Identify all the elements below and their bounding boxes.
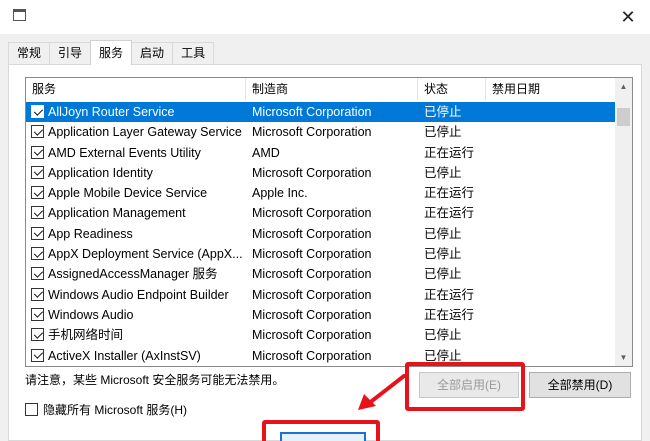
service-name: Windows Audio	[48, 307, 134, 322]
service-status: 已停止	[424, 165, 462, 180]
scroll-thumb[interactable]	[617, 108, 630, 126]
table-row[interactable]: Application Layer Gateway Service Microso…	[26, 122, 616, 142]
tab-startup[interactable]: 启动	[131, 42, 174, 64]
service-status: 已停止	[424, 267, 462, 282]
service-status: 正在运行	[424, 186, 475, 201]
services-panel: 服务 制造商 状态 禁用日期 AllJoyn Router Service Mic…	[8, 64, 642, 441]
service-manufacturer: Microsoft Corporation	[252, 247, 372, 262]
service-manufacturer: Microsoft Corporation	[252, 105, 372, 119]
table-row[interactable]: Application Management Microsoft Corporat…	[26, 203, 616, 223]
service-name: Application Identity	[48, 165, 153, 180]
security-note: 请注意，某些 Microsoft 安全服务可能无法禁用。	[25, 373, 285, 387]
service-manufacturer: AMD	[252, 145, 280, 160]
hide-microsoft-services-label: 隐藏所有 Microsoft 服务(H)	[43, 403, 188, 417]
service-name: Apple Mobile Device Service	[48, 186, 208, 201]
service-manufacturer: Microsoft Corporation	[252, 165, 372, 180]
table-row[interactable]: App Readiness Microsoft Corporation 已停止	[26, 224, 616, 244]
service-manufacturer: Microsoft Corporation	[252, 307, 372, 322]
service-manufacturer: Apple Inc.	[252, 186, 308, 201]
service-name: AllJoyn Router Service	[48, 105, 175, 119]
scroll-down-icon[interactable]: ▼	[615, 349, 632, 366]
table-row[interactable]: Windows Audio Endpoint Builder Microsoft …	[26, 285, 616, 305]
tab-tools[interactable]: 工具	[172, 42, 215, 64]
service-name: AssignedAccessManager 服务	[48, 267, 218, 282]
service-checkbox[interactable]	[31, 226, 44, 240]
tab-boot[interactable]: 引导	[49, 42, 92, 64]
red-arrow-icon	[358, 374, 406, 410]
scroll-up-icon[interactable]: ▲	[615, 78, 632, 95]
service-checkbox[interactable]	[31, 328, 44, 342]
service-checkbox[interactable]	[31, 186, 44, 200]
service-status: 已停止	[424, 328, 462, 343]
service-name: Application Management	[48, 206, 186, 221]
tab-strip: 常规 引导 服务 启动 工具	[8, 40, 215, 65]
service-name: Application Layer Gateway Service	[48, 125, 242, 140]
service-manufacturer: Microsoft Corporation	[252, 328, 372, 343]
table-row[interactable]: Apple Mobile Device Service Apple Inc. 正在运…	[26, 183, 616, 203]
service-status: 正在运行	[424, 287, 475, 302]
service-checkbox[interactable]	[31, 145, 44, 159]
vertical-scrollbar[interactable]: ▲ ▼	[615, 78, 632, 366]
service-name: Windows Audio Endpoint Builder	[48, 287, 229, 302]
close-button[interactable]: ✕	[614, 4, 642, 30]
table-row[interactable]: AppX Deployment Service (AppX... Microsof…	[26, 244, 616, 264]
service-status: 已停止	[424, 226, 462, 241]
column-service[interactable]: 服务	[26, 78, 246, 100]
service-status: 已停止	[424, 247, 462, 262]
service-status: 正在运行	[424, 206, 475, 221]
service-manufacturer: Microsoft Corporation	[252, 287, 372, 302]
service-name: App Readiness	[48, 226, 133, 241]
checkbox-icon[interactable]	[25, 403, 38, 416]
table-row[interactable]: 手机网络时间 Microsoft Corporation 已停止	[26, 325, 616, 345]
column-manufacturer[interactable]: 制造商	[246, 78, 418, 100]
service-checkbox[interactable]	[31, 348, 44, 362]
app-icon	[13, 9, 26, 21]
services-list[interactable]: 服务 制造商 状态 禁用日期 AllJoyn Router Service Mic…	[25, 77, 633, 367]
table-row[interactable]: Application Identity Microsoft Corporatio…	[26, 163, 616, 183]
table-row[interactable]: ActiveX Installer (AxInstSV) Microsoft Co…	[26, 346, 616, 366]
service-checkbox[interactable]	[31, 165, 44, 179]
table-row[interactable]: Windows Audio Microsoft Corporation 正在运行	[26, 305, 616, 325]
service-manufacturer: Microsoft Corporation	[252, 267, 372, 282]
service-checkbox[interactable]	[31, 247, 44, 261]
tab-services[interactable]: 服务	[90, 40, 133, 65]
table-row[interactable]: AMD External Events Utility AMD 正在运行	[26, 143, 616, 163]
service-checkbox[interactable]	[31, 125, 44, 139]
service-status: 正在运行	[424, 145, 475, 160]
title-bar: ✕	[0, 0, 650, 34]
service-name: AppX Deployment Service (AppX...	[48, 247, 243, 262]
service-manufacturer: Microsoft Corporation	[252, 125, 372, 140]
service-status: 正在运行	[424, 307, 475, 322]
service-status: 已停止	[424, 125, 462, 140]
service-manufacturer: Microsoft Corporation	[252, 348, 372, 363]
column-status[interactable]: 状态	[418, 78, 486, 100]
service-name: AMD External Events Utility	[48, 145, 201, 160]
table-row[interactable]: AllJoyn Router Service Microsoft Corporat…	[26, 102, 616, 123]
service-name: 手机网络时间	[48, 328, 124, 343]
service-checkbox[interactable]	[31, 105, 44, 118]
disable-all-button[interactable]: 全部禁用(D)	[529, 372, 631, 398]
table-row[interactable]: AssignedAccessManager 服务 Microsoft Corpor…	[26, 264, 616, 284]
service-checkbox[interactable]	[31, 206, 44, 220]
service-checkbox[interactable]	[31, 307, 44, 321]
ok-button[interactable]	[280, 432, 366, 441]
highlight-box-enable-all	[405, 362, 525, 411]
service-checkbox[interactable]	[31, 287, 44, 301]
list-header: 服务 制造商 状态 禁用日期	[26, 78, 616, 100]
service-manufacturer: Microsoft Corporation	[252, 226, 372, 241]
service-name: ActiveX Installer (AxInstSV)	[48, 348, 201, 363]
service-manufacturer: Microsoft Corporation	[252, 206, 372, 221]
column-disabled-date[interactable]: 禁用日期	[486, 78, 616, 100]
hide-microsoft-services-checkbox[interactable]: 隐藏所有 Microsoft 服务(H)	[25, 401, 187, 418]
service-checkbox[interactable]	[31, 267, 44, 281]
service-status: 已停止	[424, 105, 462, 119]
service-rows: AllJoyn Router Service Microsoft Corporat…	[26, 102, 616, 366]
tab-general[interactable]: 常规	[8, 42, 51, 64]
